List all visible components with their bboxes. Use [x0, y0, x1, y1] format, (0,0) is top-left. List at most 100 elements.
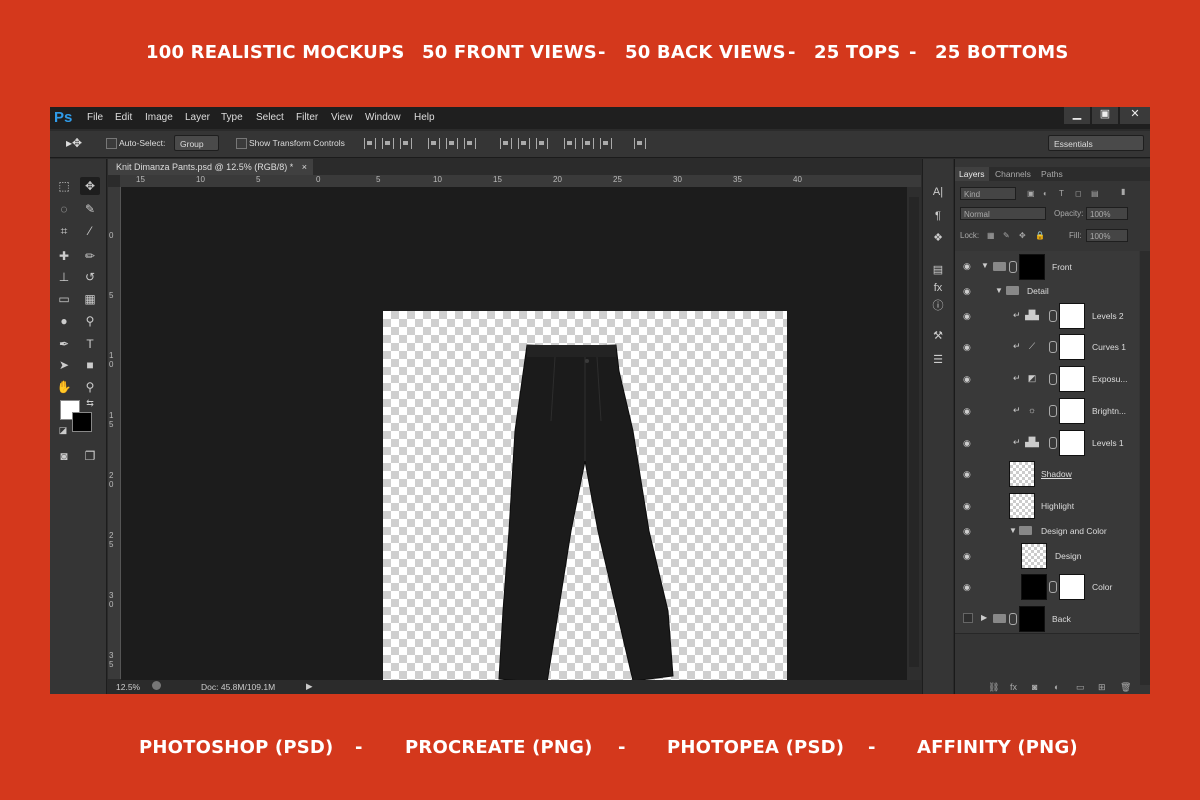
quick-mask-icon[interactable]: ◙	[54, 447, 74, 465]
distribute-middle-icon[interactable]	[518, 138, 530, 149]
brush-tool-icon[interactable]: ✏	[80, 247, 100, 265]
distribute-top-icon[interactable]	[500, 138, 512, 149]
close-window-button[interactable]: ✕	[1120, 107, 1150, 124]
gradient-tool-icon[interactable]: ▦	[80, 290, 100, 308]
status-info-icon[interactable]	[152, 681, 161, 690]
delete-layer-icon[interactable]: 🗑	[1120, 682, 1131, 693]
eraser-tool-icon[interactable]: ▭	[54, 290, 74, 308]
history-brush-tool-icon[interactable]: ↺	[80, 268, 100, 286]
expand-arrow-icon[interactable]: ▼	[1009, 526, 1017, 535]
lock-all-icon[interactable]: 🔒	[1035, 231, 1045, 240]
pen-tool-icon[interactable]: ✒	[54, 335, 74, 353]
menu-select[interactable]: Select	[256, 112, 284, 123]
move-tool-icon[interactable]: ▸✥	[66, 136, 82, 150]
layer-style-icon[interactable]: fx	[1010, 682, 1017, 692]
quick-select-tool-icon[interactable]: ✎	[80, 200, 100, 218]
menu-layer[interactable]: Layer	[185, 112, 210, 123]
tab-channels[interactable]: Channels	[991, 167, 1035, 181]
filter-pixel-icon[interactable]: ▣	[1027, 189, 1035, 198]
tool-presets-icon[interactable]: ⚒	[931, 329, 945, 343]
auto-align-icon[interactable]	[634, 138, 646, 149]
clone-stamp-tool-icon[interactable]: ⊥	[54, 268, 74, 286]
default-colors-icon[interactable]: ◪	[53, 421, 73, 439]
background-color-swatch[interactable]	[72, 412, 92, 432]
layer-row-brightness[interactable]: ◉ ↵ ☼ Brightn...	[955, 395, 1139, 428]
healing-brush-tool-icon[interactable]: ✚	[54, 247, 74, 265]
restore-button[interactable]: ▣	[1092, 107, 1118, 124]
info-panel-icon[interactable]: ⓘ	[931, 299, 945, 313]
layer-name[interactable]: Color	[1092, 582, 1112, 592]
distribute-right-icon[interactable]	[600, 138, 612, 149]
add-mask-icon[interactable]: ◙	[1032, 682, 1037, 692]
workspace-dropdown[interactable]: Essentials	[1048, 135, 1144, 151]
visibility-eye-icon[interactable]: ◉	[963, 342, 973, 352]
link-layers-icon[interactable]: ⛓	[988, 682, 999, 693]
layer-name[interactable]: Levels 2	[1092, 311, 1124, 321]
status-menu-arrow-icon[interactable]: ▶	[306, 681, 313, 692]
visibility-off-box[interactable]	[963, 613, 973, 623]
layer-name[interactable]: Levels 1	[1092, 438, 1124, 448]
layer-row-back[interactable]: ▶ Back	[955, 603, 1139, 634]
layer-row-front[interactable]: ◉ ▼ Front	[955, 251, 1139, 282]
visibility-eye-icon[interactable]: ◉	[963, 406, 973, 416]
visibility-eye-icon[interactable]: ◉	[963, 311, 973, 321]
visibility-eye-icon[interactable]: ◉	[963, 551, 973, 561]
rectangle-tool-icon[interactable]: ■	[80, 356, 100, 374]
menu-file[interactable]: File	[87, 112, 103, 123]
blur-tool-icon[interactable]: ●	[54, 312, 74, 330]
lasso-tool-icon[interactable]: ◌	[54, 200, 74, 218]
align-top-icon[interactable]	[428, 138, 440, 149]
layer-name[interactable]: Shadow	[1041, 469, 1072, 479]
layer-row-color[interactable]: ◉ Color	[955, 571, 1139, 604]
filter-toggle-icon[interactable]: ▮	[1121, 187, 1125, 196]
filter-smart-object-icon[interactable]: ▤	[1091, 189, 1099, 198]
auto-select-dropdown[interactable]: Group	[174, 135, 219, 151]
crop-tool-icon[interactable]: ⌗	[54, 222, 74, 240]
layer-row-shadow[interactable]: ◉ Shadow	[955, 458, 1139, 491]
canvas-workspace[interactable]	[121, 187, 907, 694]
lock-pixels-icon[interactable]: ✎	[1003, 231, 1010, 240]
adjustments-panel-icon[interactable]: ☰	[931, 353, 945, 367]
swap-colors-icon[interactable]: ⇆	[80, 394, 100, 412]
visibility-eye-icon[interactable]: ◉	[963, 526, 973, 536]
layer-row-design[interactable]: ◉ Design	[955, 540, 1139, 572]
layer-row-exposure[interactable]: ◉ ↵ ◩ Exposu...	[955, 363, 1139, 396]
layer-row-levels-2[interactable]: ◉ ↵ ▟▙ Levels 2	[955, 300, 1139, 332]
show-transform-checkbox[interactable]	[236, 138, 247, 149]
hand-tool-icon[interactable]: ✋	[54, 378, 74, 396]
new-layer-icon[interactable]: ⊞	[1098, 682, 1106, 693]
collapse-arrow-icon[interactable]: ▶	[981, 613, 987, 622]
filter-shape-icon[interactable]: ◻	[1075, 189, 1082, 198]
auto-select-checkbox[interactable]	[106, 138, 117, 149]
layer-row-design-and-color[interactable]: ◉ ▼ Design and Color	[955, 521, 1139, 541]
layer-name[interactable]: Curves 1	[1092, 342, 1126, 352]
expand-arrow-icon[interactable]: ▼	[981, 261, 989, 270]
layer-row-highlight[interactable]: ◉ Highlight	[955, 490, 1139, 522]
fill-field[interactable]: 100%	[1086, 229, 1128, 242]
type-tool-icon[interactable]: T	[80, 335, 100, 353]
document-tab[interactable]: Knit Dimanza Pants.psd @ 12.5% (RGB/8) *…	[108, 159, 313, 175]
tab-layers[interactable]: Layers	[955, 167, 989, 181]
new-adjustment-icon[interactable]: ◐	[1054, 682, 1059, 692]
layer-name[interactable]: Design	[1055, 551, 1081, 561]
filter-type-icon[interactable]: T	[1059, 189, 1064, 198]
layer-row-detail[interactable]: ◉ ▼ Detail	[955, 281, 1139, 301]
history-panel-icon[interactable]: ▤	[931, 263, 945, 277]
layer-name[interactable]: Back	[1052, 614, 1071, 624]
dodge-tool-icon[interactable]: ⚲	[80, 312, 100, 330]
scrollbar-thumb[interactable]	[909, 197, 919, 667]
align-middle-icon[interactable]	[446, 138, 458, 149]
glyphs-panel-icon[interactable]: ❖	[931, 231, 945, 245]
distribute-center-icon[interactable]	[582, 138, 594, 149]
align-left-icon[interactable]	[364, 138, 376, 149]
menu-view[interactable]: View	[331, 112, 353, 123]
layer-name[interactable]: Highlight	[1041, 501, 1074, 511]
visibility-eye-icon[interactable]: ◉	[963, 582, 973, 592]
paragraph-panel-icon[interactable]: ¶	[931, 209, 945, 223]
layer-name[interactable]: Front	[1052, 262, 1072, 272]
lock-transparent-icon[interactable]: ▦	[987, 231, 995, 240]
marquee-tool-icon[interactable]: ⬚	[54, 177, 74, 195]
layer-name[interactable]: Design and Color	[1041, 526, 1107, 536]
document-canvas[interactable]	[383, 311, 787, 694]
menu-type[interactable]: Type	[221, 112, 243, 123]
